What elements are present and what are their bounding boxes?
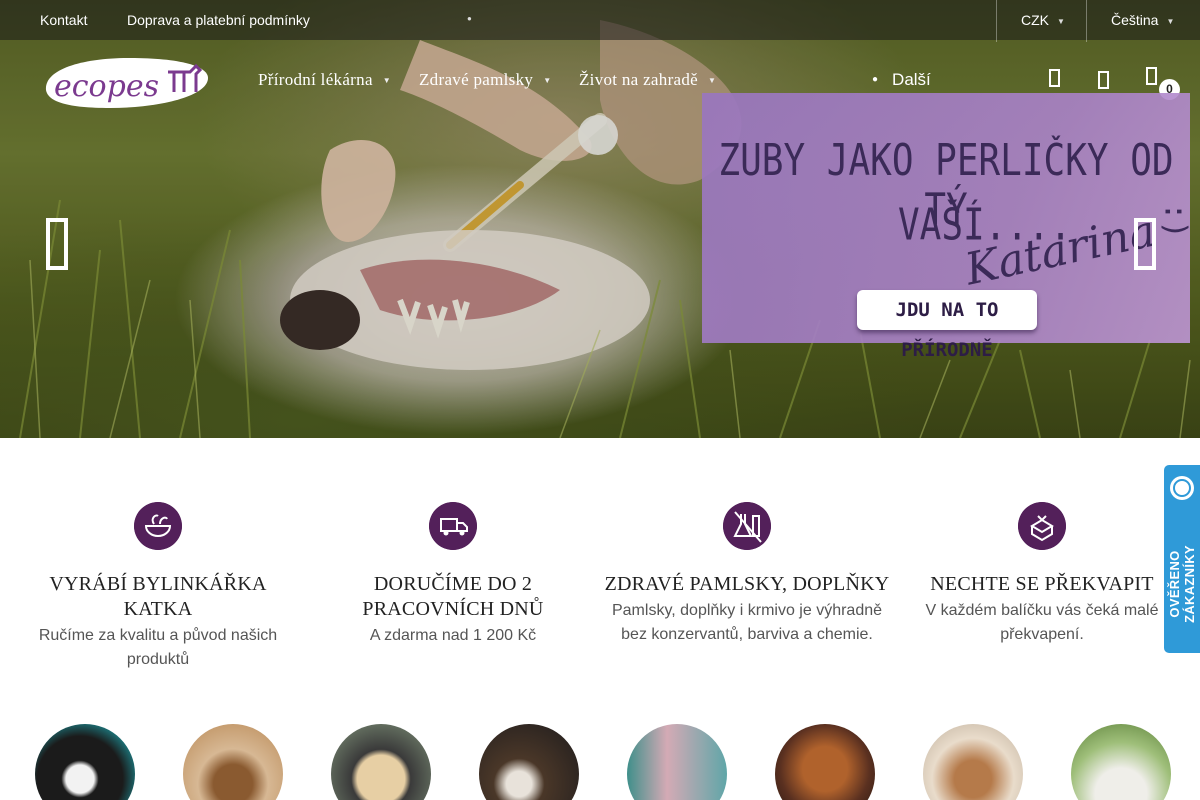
verified-seal-icon <box>1170 476 1194 500</box>
logo-text: ecopes <box>54 69 159 104</box>
chevron-down-icon: ▼ <box>1166 17 1175 26</box>
currency-label: CZK <box>1021 12 1049 28</box>
feature-text: A zdarma nad 1 200 Kč <box>369 627 537 644</box>
nav-label: Život na zahradě <box>579 70 699 89</box>
no-chemicals-icon <box>723 502 771 550</box>
promo-cta-button[interactable]: JDU NA TO PŘÍRODNĚ <box>857 290 1037 361</box>
ecopes-logo[interactable]: ecopes <box>40 52 210 110</box>
search-icon[interactable] <box>1044 66 1066 90</box>
language-selector[interactable]: Čeština ▼ <box>1111 12 1174 28</box>
language-label: Čeština <box>1111 12 1159 28</box>
promo-smiley: :) <box>1157 202 1193 239</box>
feature-text: Ručíme za kvalitu a původ našich produkt… <box>38 627 278 668</box>
chevron-down-icon: ▼ <box>543 76 552 85</box>
feature-title: DORUČÍME DO 2 PRACOVNÍCH DNŮ <box>362 573 544 620</box>
category-cosmetics-thumb[interactable] <box>479 724 579 800</box>
cart-icon[interactable] <box>1141 62 1163 86</box>
herb-bowl-icon <box>134 502 182 550</box>
feature-healthy: ZDRAVÉ PAMLSKY, DOPLŇKY Pamlsky, doplňky… <box>602 502 892 647</box>
feature-text: V každém balíčku vás čeká malé překvapen… <box>925 602 1159 643</box>
category-beds-thumb[interactable] <box>923 724 1023 800</box>
hero-promo-panel: ZUBY JAKO PERLIČKY OD TÝ VAŠÍ.... Katari… <box>702 93 1193 361</box>
nav-label: Zdravé pamlsky <box>419 70 534 89</box>
topbar-link-contact[interactable]: Kontakt <box>40 12 87 28</box>
topbar-more-dot-icon[interactable]: ● <box>467 14 472 23</box>
nav-item-garden-life[interactable]: Život na zahradě ▼ <box>579 70 716 90</box>
delivery-truck-icon <box>429 502 477 550</box>
gift-box-icon <box>1018 502 1066 550</box>
nav-item-natural-pharmacy[interactable]: Přírodní lékárna ▼ <box>258 70 391 90</box>
chevron-down-icon: ▼ <box>1057 17 1065 26</box>
category-dogs-thumb[interactable] <box>35 724 135 800</box>
slider-prev-icon[interactable] <box>46 218 68 270</box>
badge-text: OVĚŘENO ZÁKAZNÍKY <box>1167 545 1197 623</box>
chevron-down-icon: ▼ <box>708 76 717 85</box>
feature-title: ZDRAVÉ PAMLSKY, DOPLŇKY <box>604 573 890 595</box>
category-powder-thumb[interactable] <box>331 724 431 800</box>
topbar-link-shipping[interactable]: Doprava a platební podmínky <box>127 12 310 28</box>
nav-item-healthy-treats[interactable]: Zdravé pamlsky ▼ <box>419 70 551 90</box>
verified-customers-badge[interactable]: OVĚŘENO ZÁKAZNÍKY <box>1164 465 1200 653</box>
nav-more-label: Další <box>892 70 931 89</box>
currency-selector[interactable]: CZK ▼ <box>1021 12 1065 28</box>
feature-delivery: DORUČÍME DO 2 PRACOVNÍCH DNŮ A zdarma na… <box>308 502 598 648</box>
feature-title: VYRÁBÍ BYLINKÁŘKA KATKA <box>49 573 267 620</box>
category-treats-thumb[interactable] <box>183 724 283 800</box>
category-toys-thumb[interactable] <box>775 724 875 800</box>
feature-text: Pamlsky, doplňky i krmivo je výhradně be… <box>611 602 883 643</box>
nav-label: Přírodní lékárna <box>258 70 373 89</box>
slider-next-icon[interactable] <box>1134 218 1156 270</box>
feature-title: NECHTE SE PŘEKVAPIT <box>930 573 1154 595</box>
category-bowls-thumb[interactable] <box>1071 724 1171 800</box>
feature-handmade: VYRÁBÍ BYLINKÁŘKA KATKA Ručíme za kvalit… <box>13 502 303 672</box>
top-bar: Kontakt Doprava a platební podmínky ● CZ… <box>0 0 1200 42</box>
user-account-icon[interactable] <box>1093 66 1115 90</box>
more-dot-icon: ● <box>872 74 879 85</box>
feature-surprise: NECHTE SE PŘEKVAPIT V každém balíčku vás… <box>897 502 1187 647</box>
nav-more[interactable]: ● Další <box>872 70 931 90</box>
category-accessories-thumb[interactable] <box>627 724 727 800</box>
chevron-down-icon: ▼ <box>382 76 392 85</box>
